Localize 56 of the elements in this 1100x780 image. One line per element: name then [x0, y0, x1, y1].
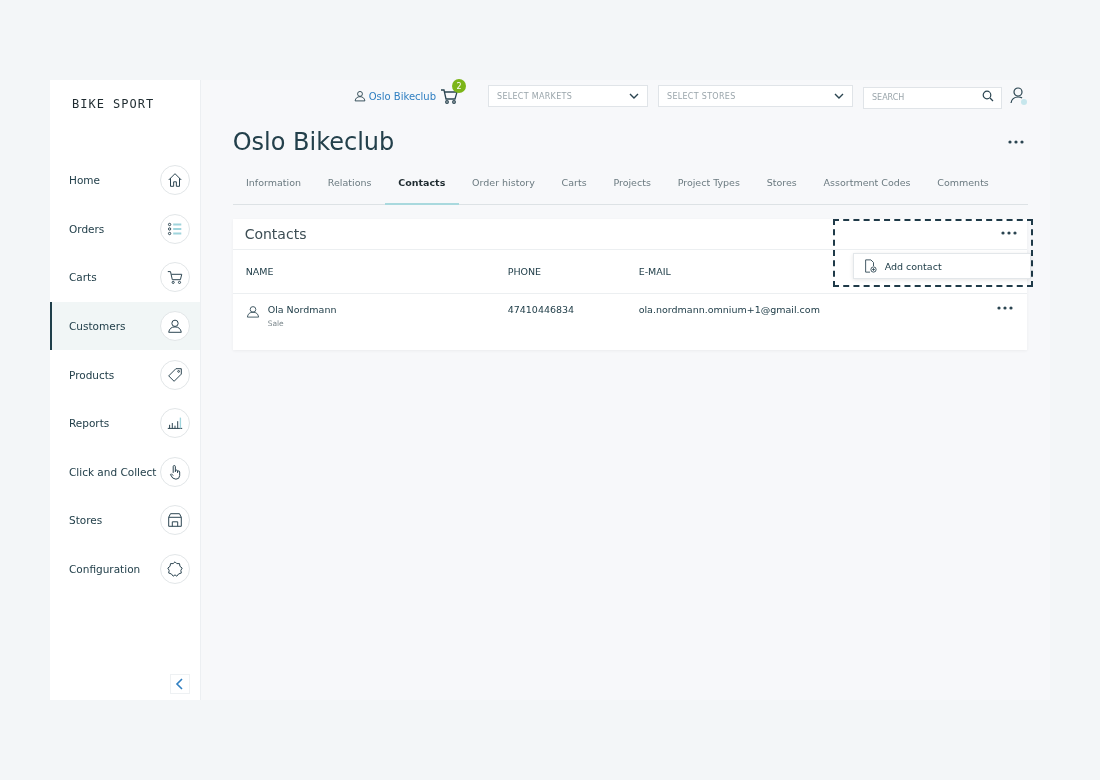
customer-link[interactable]: Oslo Bikeclub: [352, 89, 436, 103]
table-cell-text: ola.nordmann.omnium+1@gmail.com: [638, 304, 821, 315]
chevron-down-icon: [629, 93, 639, 99]
tab[interactable]: Project Types: [664, 170, 754, 205]
tab[interactable]: Stores: [753, 170, 811, 205]
orders-icon: [159, 213, 190, 244]
sidebar-item[interactable]: Customers: [50, 301, 200, 351]
add-document-icon: [862, 259, 877, 273]
collapse-button[interactable]: [169, 674, 190, 694]
markets-dropdown[interactable]: SELECT MARKETS: [488, 85, 648, 107]
tab[interactable]: Assortment Codes: [810, 170, 924, 205]
search-icon: [982, 90, 994, 102]
cart-count-badge: 2: [452, 79, 466, 93]
chevron-left-icon: [174, 678, 185, 690]
tab[interactable]: Information: [232, 170, 315, 205]
person-icon: [245, 304, 260, 319]
sidebar-item[interactable]: Stores: [50, 496, 200, 545]
more-icon: [1000, 231, 1017, 235]
store-icon: [159, 505, 190, 536]
column-header: NAME: [245, 266, 275, 277]
logo: BIKE SPORT: [71, 96, 156, 113]
more-icon: [1008, 140, 1024, 144]
menu-item[interactable]: Add contact: [853, 254, 1030, 278]
tab[interactable]: Order history: [458, 170, 549, 205]
column-header: E-MAIL: [638, 266, 672, 277]
stores-dropdown[interactable]: SELECT STORES: [658, 85, 853, 107]
page-title: Oslo Bikeclub: [232, 128, 395, 156]
more-icon: [996, 306, 1013, 310]
tab[interactable]: Carts: [548, 170, 600, 205]
cart-icon: [159, 262, 190, 293]
customer-icon: [159, 311, 190, 342]
sidebar-item[interactable]: Carts: [50, 253, 200, 302]
sidebar-item[interactable]: Reports: [50, 398, 200, 448]
tab[interactable]: Comments: [923, 170, 1003, 205]
chart-icon: [159, 408, 190, 439]
cart-icon[interactable]: [440, 87, 460, 105]
tag-icon: [159, 359, 190, 390]
sidebar-item[interactable]: Products: [50, 350, 200, 399]
user-settings-icon[interactable]: [1010, 86, 1028, 106]
sidebar-item[interactable]: Configuration: [50, 544, 200, 594]
chevron-down-icon: [834, 93, 844, 99]
search-field[interactable]: SEARCH: [863, 86, 1002, 109]
card-title: Contacts: [244, 226, 307, 242]
tab[interactable]: Contacts: [384, 170, 459, 205]
gear-icon: [159, 554, 190, 585]
sidebar-item[interactable]: Orders: [50, 204, 200, 254]
sidebar-item[interactable]: Home: [50, 156, 200, 205]
home-icon: [159, 165, 190, 196]
tab[interactable]: Projects: [600, 170, 665, 205]
person-icon: [352, 89, 367, 103]
table-cell-text: 47410446834: [507, 304, 576, 315]
sidebar-item[interactable]: Click and Collect: [50, 447, 200, 497]
hand-icon: [159, 456, 190, 487]
contact-name: Ola Nordmann: [267, 304, 337, 315]
column-header: PHONE: [507, 266, 543, 277]
tab[interactable]: Relations: [314, 170, 385, 205]
